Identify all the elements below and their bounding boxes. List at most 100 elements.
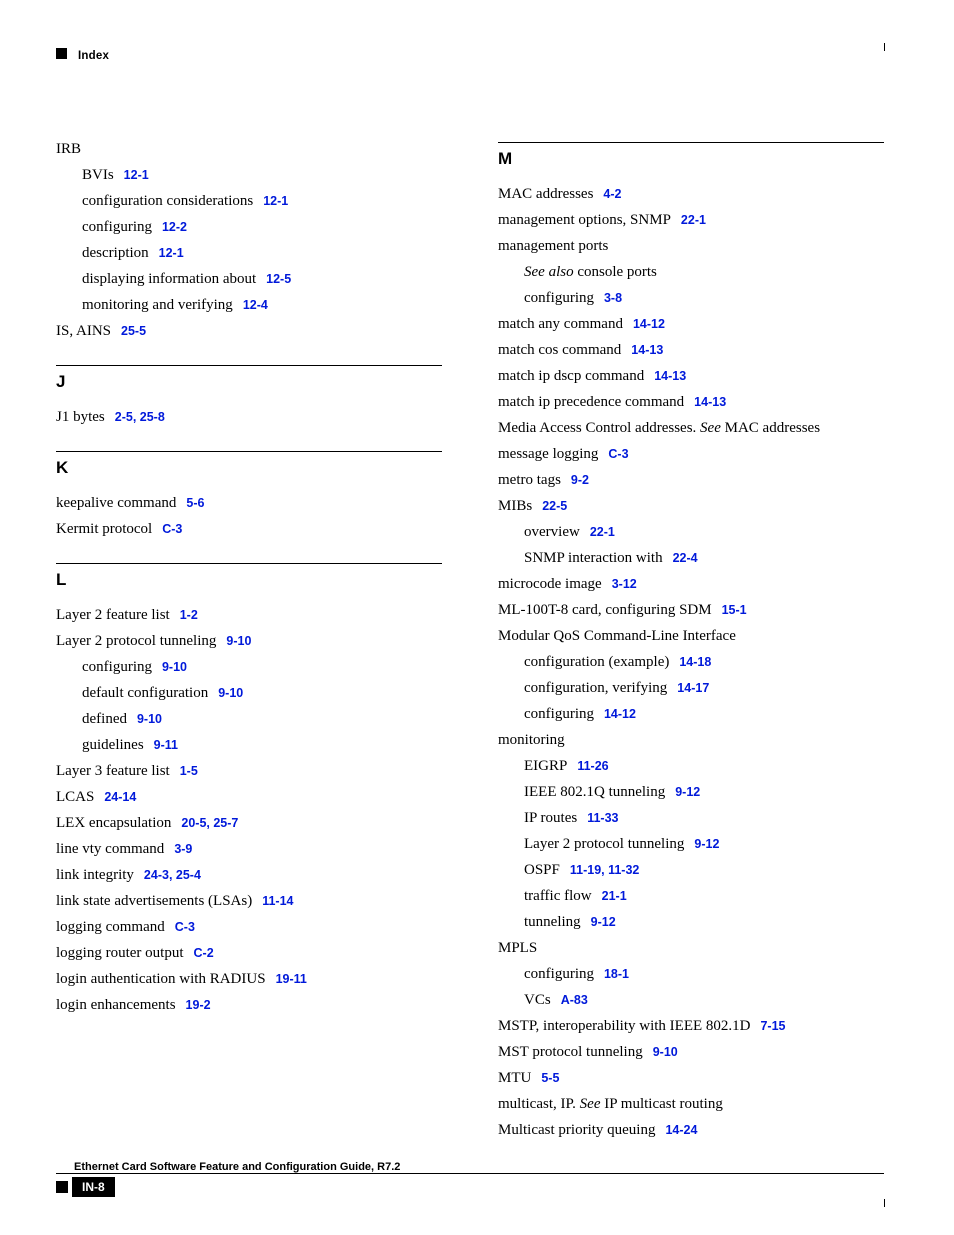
page-ref[interactable]: 22-4	[673, 551, 698, 565]
page-ref[interactable]: 22-1	[590, 525, 615, 539]
page-ref[interactable]: 14-13	[654, 369, 686, 383]
entry-text: MST protocol tunneling	[498, 1044, 643, 1060]
page-ref[interactable]: C-3	[608, 447, 628, 461]
entry-text: Modular QoS Command-Line Interface	[498, 628, 736, 644]
page-ref[interactable]: 19-11	[276, 972, 307, 986]
page-ref[interactable]: 11-14	[262, 894, 293, 908]
page-ref[interactable]: 14-13	[631, 343, 663, 357]
entry-mpls-cfg: configuring 18-1	[524, 967, 884, 982]
page-ref[interactable]: 9-10	[218, 686, 243, 700]
section-heading-k: K	[56, 458, 442, 478]
page-ref[interactable]: 25-5	[121, 324, 146, 338]
page-ref[interactable]: C-3	[175, 920, 195, 934]
entry-l3-features: Layer 3 feature list1-5	[56, 764, 442, 779]
section-rule-m	[498, 142, 884, 143]
entry-text: Multicast priority queuing	[498, 1122, 655, 1138]
page-ref[interactable]: 18-1	[604, 967, 629, 981]
page-ref[interactable]: 14-24	[665, 1123, 697, 1137]
page-ref[interactable]: 9-10	[137, 712, 162, 726]
entry-text: SNMP interaction with	[524, 550, 663, 566]
page-ref[interactable]: 12-1	[124, 168, 149, 182]
entry-text: guidelines	[82, 737, 144, 753]
entry-text: Layer 2 protocol tunneling	[56, 633, 216, 649]
page-ref[interactable]: 22-5	[542, 499, 567, 513]
page-ref[interactable]: 12-5	[266, 272, 291, 286]
header-square-marker	[56, 48, 67, 59]
see-word: See	[580, 1096, 601, 1112]
page-ref[interactable]: 3-9	[174, 842, 192, 856]
page-ref[interactable]: 12-1	[263, 194, 288, 208]
page-ref[interactable]: C-2	[194, 946, 214, 960]
entry-text: monitoring and verifying	[82, 297, 233, 313]
page-ref[interactable]: 12-2	[162, 220, 187, 234]
page-ref[interactable]: 11-26	[577, 759, 608, 773]
entry-text: Layer 2 protocol tunneling	[524, 836, 684, 852]
page-ref[interactable]: 3-8	[604, 291, 622, 305]
entry-text-pre: multicast, IP.	[498, 1096, 580, 1112]
page-ref[interactable]: 9-10	[653, 1045, 678, 1059]
page-ref[interactable]: 9-12	[675, 785, 700, 799]
page: Index IRB BVIs12-1 configuration conside…	[0, 0, 954, 1235]
entry-lsas: link state advertisements (LSAs) 11-14	[56, 894, 442, 909]
page-ref[interactable]: 14-17	[677, 681, 709, 695]
page-ref[interactable]: 12-4	[243, 298, 268, 312]
entry-text: match cos command	[498, 342, 621, 358]
footer-page-number: IN-8	[72, 1177, 115, 1197]
page-ref[interactable]: 5-6	[186, 496, 204, 510]
page-ref[interactable]: 1-5	[180, 764, 198, 778]
page-ref[interactable]: 2-5, 25-8	[115, 410, 165, 424]
entry-text: configuring	[524, 966, 594, 982]
page-ref[interactable]: 21-1	[602, 889, 627, 903]
entry-monitoring: monitoring	[498, 733, 884, 748]
entry-text: match ip precedence command	[498, 394, 684, 410]
page-ref[interactable]: 3-12	[612, 577, 637, 591]
page-ref[interactable]: 14-13	[694, 395, 726, 409]
page-ref[interactable]: 1-2	[180, 608, 198, 622]
entry-match-ip-dscp: match ip dscp command14-13	[498, 369, 884, 384]
page-ref[interactable]: A-83	[561, 993, 588, 1007]
page-ref[interactable]: 9-2	[571, 473, 589, 487]
page-ref[interactable]: 20-5, 25-7	[181, 816, 238, 830]
entry-text: IS, AINS	[56, 323, 111, 339]
entry-line-vty: line vty command3-9	[56, 842, 442, 857]
page-ref[interactable]: 24-3, 25-4	[144, 868, 201, 882]
section-heading-m: M	[498, 149, 884, 169]
page-ref[interactable]: 24-14	[104, 790, 136, 804]
page-ref[interactable]: 15-1	[722, 603, 747, 617]
entry-l2pt-guidelines: guidelines 9-11	[82, 738, 442, 753]
header-section-label: Index	[78, 50, 109, 62]
page-ref[interactable]: 7-15	[760, 1019, 785, 1033]
page-ref[interactable]: 4-2	[603, 187, 621, 201]
entry-text: monitoring	[498, 732, 565, 748]
page-ref[interactable]: 9-10	[162, 660, 187, 674]
entry-mstp: MSTP, interoperability with IEEE 802.1D7…	[498, 1019, 884, 1034]
page-ref[interactable]: 14-12	[633, 317, 665, 331]
page-ref[interactable]: 9-11	[154, 738, 178, 752]
page-ref[interactable]: C-3	[162, 522, 182, 536]
entry-l2pt-defined: defined 9-10	[82, 712, 442, 727]
page-ref[interactable]: 19-2	[186, 998, 211, 1012]
entry-text: traffic flow	[524, 888, 592, 904]
page-ref[interactable]: 12-1	[159, 246, 184, 260]
page-ref[interactable]: 9-12	[694, 837, 719, 851]
page-ref[interactable]: 9-10	[226, 634, 251, 648]
entry-text: EIGRP	[524, 758, 567, 774]
page-ref[interactable]: 9-12	[591, 915, 616, 929]
index-columns: IRB BVIs12-1 configuration consideration…	[56, 142, 884, 1149]
entry-logging-cmd: logging commandC-3	[56, 920, 442, 935]
section-rule-k	[56, 451, 442, 452]
page-ref[interactable]: 11-19, 11-32	[570, 863, 640, 877]
page-ref[interactable]: 11-33	[587, 811, 618, 825]
entry-mtu: MTU5-5	[498, 1071, 884, 1086]
entry-text: link state advertisements (LSAs)	[56, 893, 252, 909]
entry-mon-eigrp: EIGRP 11-26	[524, 759, 884, 774]
entry-text: login authentication with RADIUS	[56, 971, 266, 987]
page-ref[interactable]: 5-5	[541, 1071, 559, 1085]
entry-mgmt-ports-seealso: See also console ports	[524, 265, 884, 280]
entry-irb-display: displaying information about12-5	[82, 272, 442, 287]
entry-mqc-cfg-ex: configuration (example)14-18	[524, 655, 884, 670]
page-ref[interactable]: 22-1	[681, 213, 706, 227]
page-ref[interactable]: 14-18	[679, 655, 711, 669]
entry-text: defined	[82, 711, 127, 727]
page-ref[interactable]: 14-12	[604, 707, 636, 721]
